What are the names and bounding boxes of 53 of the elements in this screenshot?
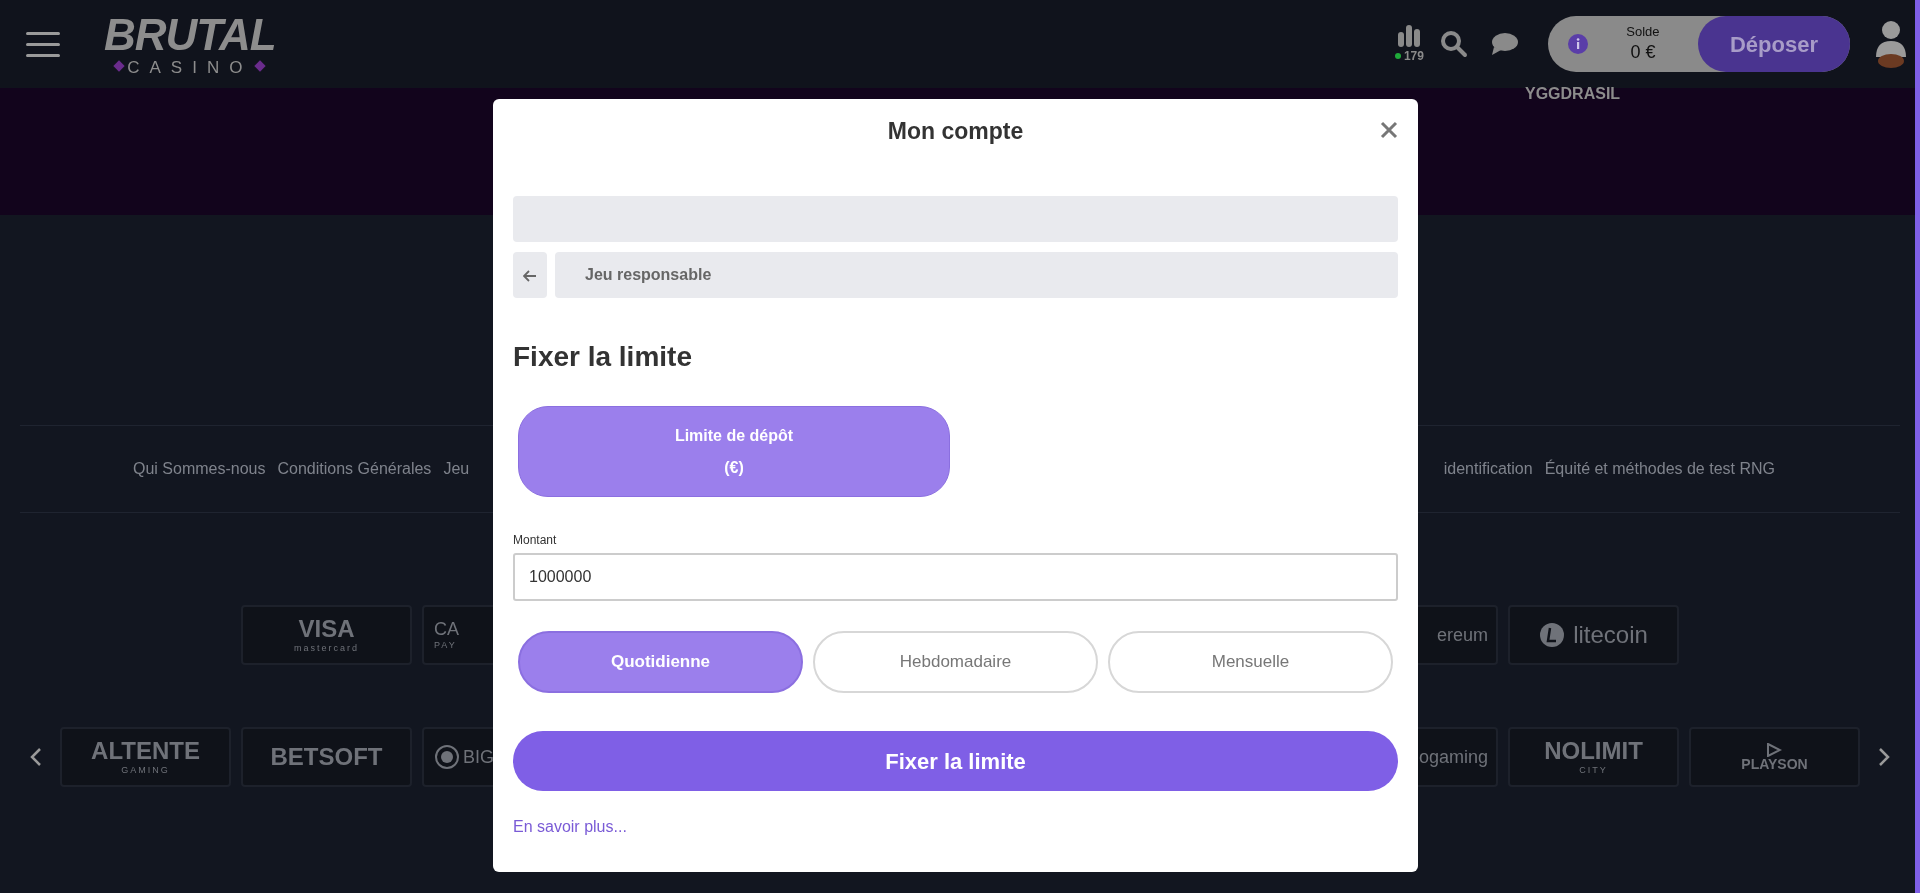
back-button[interactable] <box>513 252 547 298</box>
field-label: Montant <box>513 532 558 549</box>
provider-logo-text: YGGDRASIL <box>1525 84 1621 104</box>
online-count: 179 <box>1403 48 1424 65</box>
section-heading: Fixer la limite <box>513 340 693 374</box>
logo-subtext: CITY <box>1579 766 1608 775</box>
info-icon[interactable] <box>1567 34 1588 54</box>
avatar-icon[interactable] <box>1874 19 1908 69</box>
logo-subtext: PAY <box>434 641 457 650</box>
logo-text: CA <box>434 620 459 638</box>
period-button[interactable]: Hebdomadaire <box>813 631 1098 693</box>
back-arrow-icon <box>523 269 537 282</box>
logo-text: ereum <box>1436 626 1488 644</box>
logo-text[interactable]: BRUTAL <box>104 12 276 57</box>
footer-link[interactable]: Jeu <box>443 457 470 481</box>
modal-title: Mon compte <box>887 118 1024 146</box>
breadcrumb-item[interactable]: Jeu responsable <box>555 252 1398 298</box>
logo-text: NOLIMIT <box>1544 739 1643 763</box>
limit-type-button[interactable]: Limite de dépôt (€) <box>518 406 950 497</box>
scrollbar[interactable] <box>1915 0 1920 893</box>
logo-text: VISA <box>298 617 355 641</box>
footer-link[interactable]: identification <box>1443 457 1533 481</box>
play-icon <box>1766 743 1783 757</box>
chevron-left-icon[interactable] <box>30 747 42 767</box>
menu-icon[interactable] <box>26 30 60 58</box>
footer-link[interactable]: Conditions Générales <box>277 457 432 481</box>
stats-icon[interactable] <box>1397 23 1422 47</box>
balance-label: Solde <box>1625 23 1661 41</box>
badge-icon <box>434 744 460 770</box>
logo-subtext: GAMING <box>121 766 170 775</box>
chat-icon[interactable] <box>1489 32 1518 56</box>
footer-link[interactable]: Équité et méthodes de test RNG <box>1544 457 1775 481</box>
logo-text: litecoin <box>1573 623 1648 647</box>
period-button[interactable]: Quotidienne <box>518 631 803 693</box>
amount-field[interactable]: 1000000 <box>513 553 1398 601</box>
learn-more-link[interactable]: En savoir plus... <box>513 815 627 839</box>
chevron-right-icon[interactable] <box>1878 747 1890 767</box>
balance-amount: 0 € <box>1629 40 1657 64</box>
logo-subtext: mastercard <box>294 644 359 653</box>
logo-text: PLAYSON <box>1741 757 1808 771</box>
logo-text: BIG <box>463 748 494 766</box>
logo-text: ALTENTE <box>91 739 200 763</box>
footer-link[interactable]: Qui Sommes-nous <box>133 457 266 481</box>
logo-tagline: CASINO <box>127 58 253 76</box>
logo-text: ogaming <box>1418 748 1488 766</box>
close-icon <box>1380 120 1398 139</box>
logo-text: BETSOFT <box>270 745 383 769</box>
deposit-button[interactable]: Déposer <box>1697 16 1850 72</box>
period-button[interactable]: Mensuelle <box>1108 631 1393 693</box>
submit-button[interactable]: Fixer la limite <box>513 731 1398 791</box>
coin-icon <box>1539 622 1566 648</box>
search-icon[interactable] <box>1439 30 1468 58</box>
online-dot-icon <box>1394 53 1401 59</box>
